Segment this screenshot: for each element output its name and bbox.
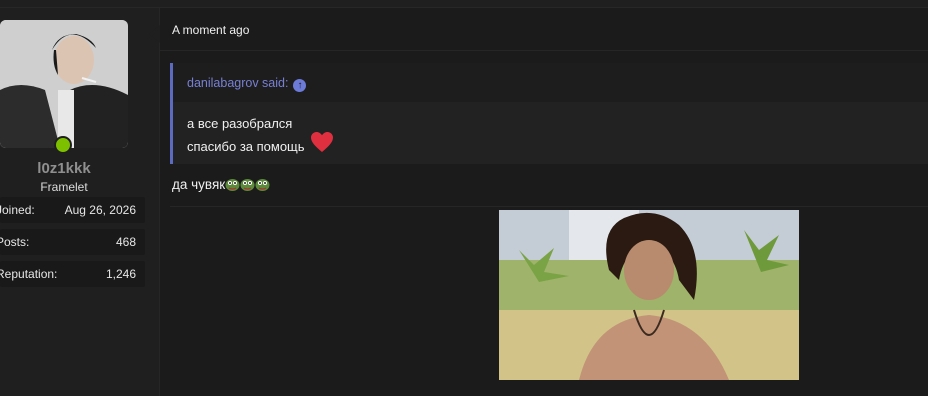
pepe-emoji-icon — [240, 179, 255, 191]
quote-author-text[interactable]: danilabagrov said: — [187, 76, 288, 90]
avatar[interactable] — [0, 20, 128, 148]
embedded-gif-image[interactable] — [499, 210, 799, 380]
heart-emoji-icon — [311, 132, 333, 152]
post-header: A moment ago — [160, 8, 928, 51]
username-link[interactable]: l0z1kkk — [0, 160, 128, 177]
jump-to-quote-icon[interactable]: ↑ — [293, 79, 307, 92]
quote-body: а все разобрался спасибо за помощь — [173, 102, 928, 164]
quote-line: а все разобрался — [187, 116, 293, 131]
post-message: да чувяк — [172, 177, 270, 192]
post-pointer-arrow — [149, 25, 160, 43]
pepe-emoji-icon — [225, 179, 240, 191]
stat-joined: Joined: Aug 26, 2026 — [0, 197, 145, 223]
stat-label: Reputation: — [0, 267, 58, 281]
online-status-icon — [54, 136, 72, 154]
message-divider — [170, 206, 928, 207]
top-border — [0, 0, 928, 8]
stat-value: 468 — [115, 235, 136, 249]
user-title: Framelet — [40, 180, 88, 194]
quote-block: danilabagrov said: ↑ а все разобрался спа… — [170, 63, 928, 164]
stat-value: 1,246 — [105, 267, 136, 281]
quote-author[interactable]: danilabagrov said: ↑ — [187, 76, 307, 92]
message-text: да чувяк — [172, 177, 226, 192]
stat-label: Posts: — [0, 235, 30, 249]
post-timestamp[interactable]: A moment ago — [172, 23, 249, 37]
pepe-emoji-icon — [255, 179, 270, 191]
quote-line: спасибо за помощь — [187, 139, 305, 154]
stat-value: Aug 26, 2026 — [64, 203, 136, 217]
user-panel: l0z1kkk Framelet Joined: Aug 26, 2026 Po… — [0, 8, 160, 396]
stat-posts: Posts: 468 — [0, 229, 145, 255]
stat-label: Joined: — [0, 203, 35, 217]
stat-reputation: Reputation: 1,246 — [0, 261, 145, 287]
